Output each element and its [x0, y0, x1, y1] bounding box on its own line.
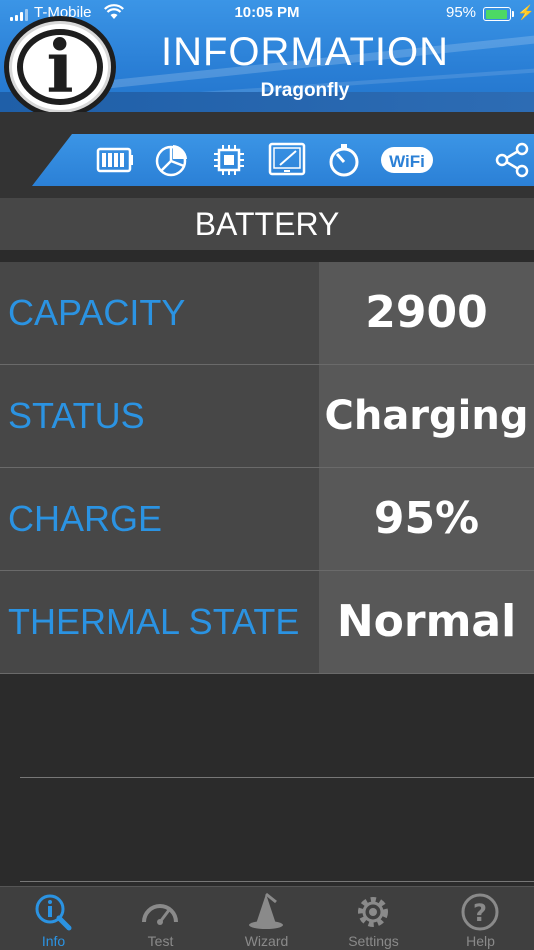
cpu-chip-icon[interactable] [210, 141, 248, 179]
info-logo: i [4, 16, 116, 118]
tab-bar: Info Test Wizard Settings ? Help [0, 886, 534, 950]
row-value: 95% [319, 468, 534, 570]
info-search-icon [35, 894, 72, 931]
battery-percent: 95% [446, 4, 477, 21]
svg-text:?: ? [473, 899, 487, 927]
tab-label: Wizard [244, 933, 289, 949]
row-label: THERMAL STATE [0, 571, 319, 673]
share-icon[interactable] [494, 141, 532, 179]
tab-help[interactable]: ? Help [427, 887, 534, 950]
tab-label: Test [147, 933, 174, 949]
row-value: 2900 [319, 262, 534, 364]
charging-bolt-icon: ⚡ [517, 4, 534, 20]
wifi-icon-label: WiFi [389, 152, 425, 171]
row-label: CAPACITY [0, 262, 319, 364]
battery-icon[interactable] [96, 141, 134, 179]
info-row-charge: CHARGE 95% [0, 468, 534, 571]
tab-info[interactable]: Info [0, 887, 107, 950]
tab-settings[interactable]: Settings [320, 887, 427, 950]
device-name: Dragonfly [260, 80, 350, 101]
info-logo-glyph: i [46, 24, 74, 109]
divider [20, 777, 534, 778]
wizard-hat-icon [249, 892, 283, 929]
row-label: CHARGE [0, 468, 319, 570]
display-icon[interactable] [268, 141, 306, 179]
row-value: Charging [319, 365, 534, 467]
help-icon: ? [461, 893, 499, 931]
row-label: STATUS [0, 365, 319, 467]
tab-label: Help [466, 933, 495, 949]
tab-label: Info [41, 933, 66, 949]
pie-chart-icon[interactable] [153, 141, 191, 179]
info-row-capacity: CAPACITY 2900 [0, 262, 534, 365]
tab-wizard[interactable]: Wizard [213, 887, 320, 950]
row-value: Normal [319, 571, 534, 673]
wifi-icon[interactable]: WiFi [380, 141, 434, 179]
timer-icon[interactable] [325, 141, 363, 179]
section-title: BATTERY [0, 198, 534, 250]
info-row-status: STATUS Charging [0, 365, 534, 468]
info-row-thermal-state: THERMAL STATE Normal [0, 571, 534, 674]
divider [20, 881, 534, 882]
page-title: INFORMATION [160, 30, 449, 74]
gear-icon [358, 897, 388, 927]
tab-label: Settings [348, 933, 399, 949]
tab-test[interactable]: Test [107, 887, 214, 950]
battery-info-table: CAPACITY 2900 STATUS Charging CHARGE 95%… [0, 262, 534, 674]
speedometer-icon [142, 904, 178, 925]
battery-status-icon [483, 7, 514, 21]
